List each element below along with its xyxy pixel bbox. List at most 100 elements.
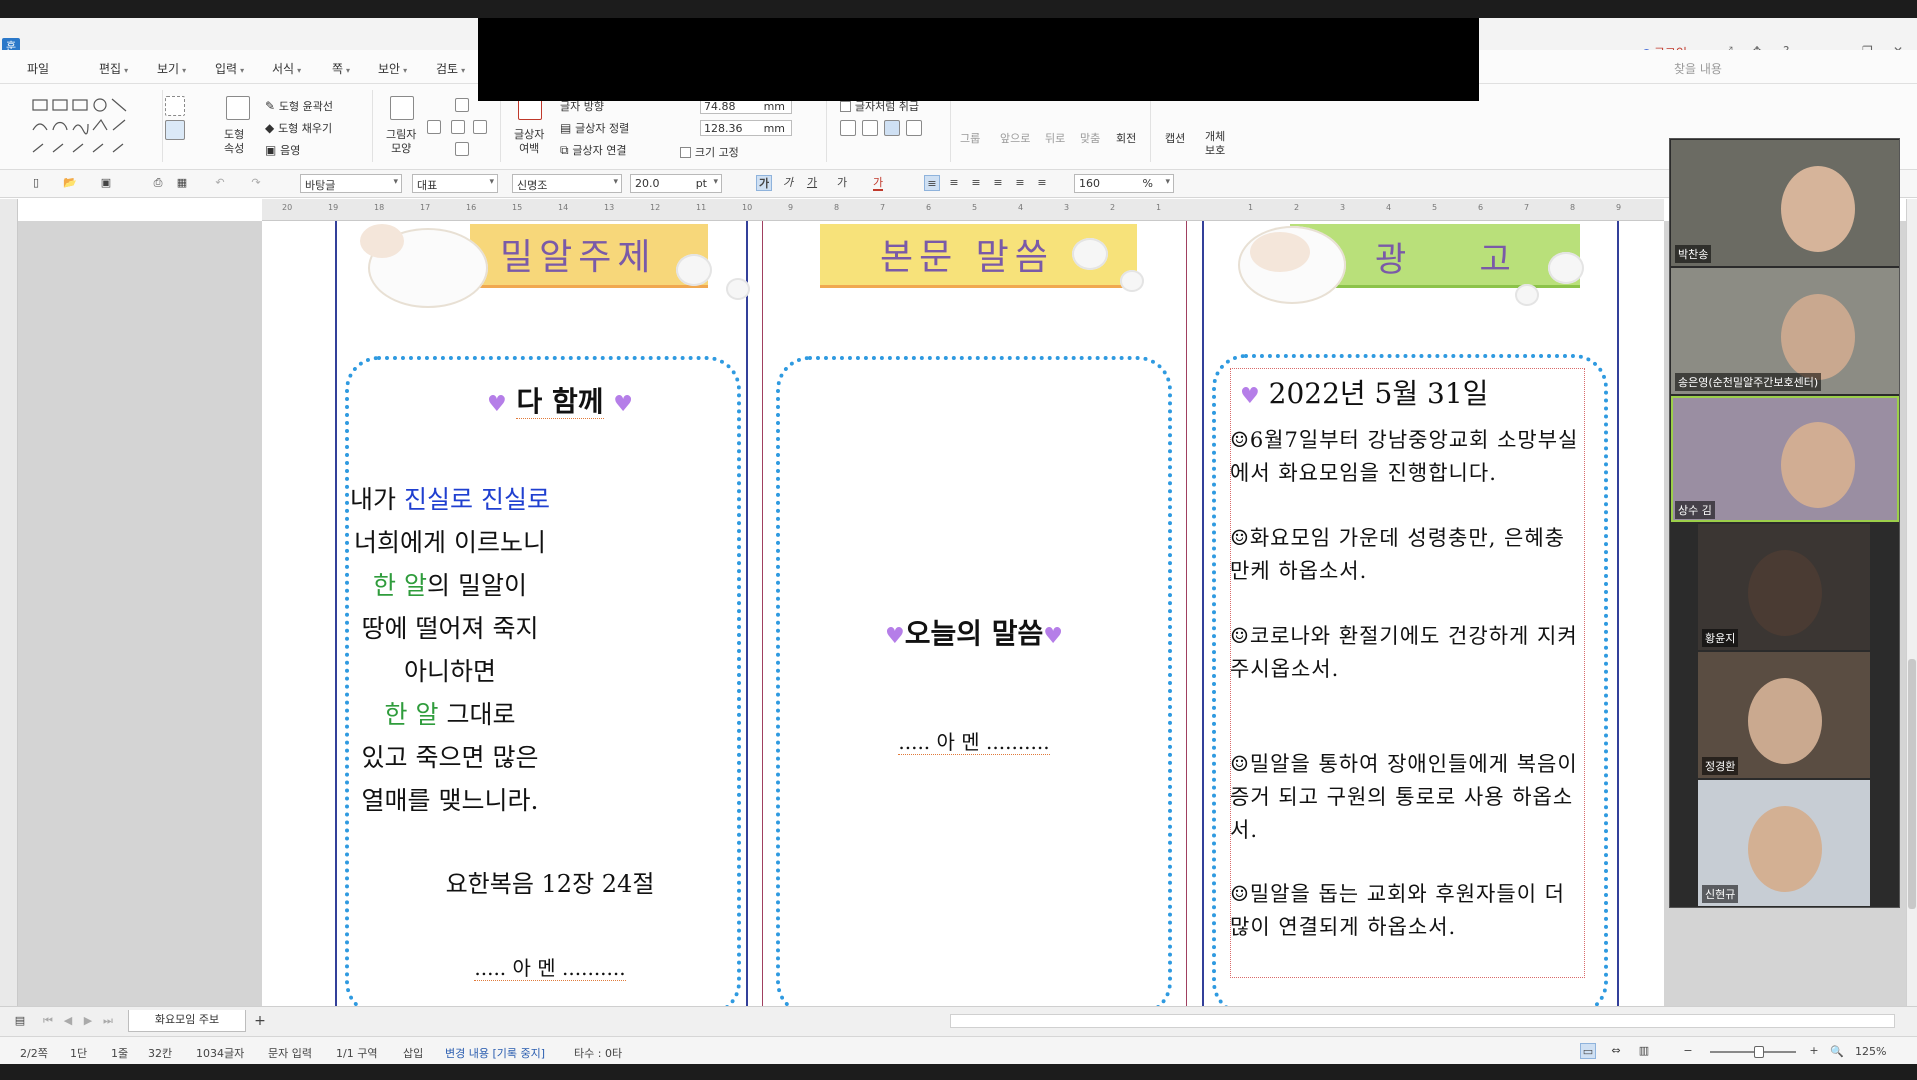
two-page-icon[interactable]: ▥ [1636,1043,1652,1059]
arrange-tools[interactable] [425,98,490,158]
menu-view[interactable]: 보기 ▾ [157,60,186,77]
ruler-tick: 1 [1156,203,1162,212]
shape-gallery[interactable] [30,96,155,162]
chevron-down-icon: ▾ [461,66,466,75]
distribute-icon[interactable]: ≡ [1012,175,1028,191]
rotate-button[interactable]: 회전 [1116,130,1136,146]
sheet-list-icon[interactable]: ▤ [12,1013,28,1029]
font-color-label: 가 [872,176,884,191]
treat-as-char-label: 글자처럼 취급 [854,100,920,113]
print-icon[interactable]: ⎙ [150,175,166,191]
menu-security[interactable]: 보안 ▾ [378,60,407,77]
vertical-scrollbar[interactable] [1906,199,1917,1009]
font-color-button[interactable]: 가 [870,175,886,191]
next-sheet-icon[interactable]: ▶ [80,1013,96,1029]
menu-page[interactable]: 쪽 ▾ [332,60,350,77]
status-track-changes[interactable]: 변경 내용 [기록 중지] [445,1045,545,1061]
font-select[interactable]: 신명조 [512,174,622,193]
zoom-out-icon[interactable]: − [1680,1043,1696,1059]
scrollbar-thumb[interactable] [1908,659,1916,909]
video-tile[interactable]: 신현규 [1698,780,1870,906]
status-insert-mode[interactable]: 삽입 [403,1045,423,1061]
align-left-icon[interactable]: ≡ [946,175,962,191]
horizontal-ruler[interactable]: 20 19 18 17 16 15 14 13 12 11 10 9 8 7 6 5 4 3 2 1 1 2 3 4 5 6 7 8 9 [262,199,1664,221]
menu-review[interactable]: 검토 ▾ [436,60,465,77]
menu-edit[interactable]: 편집 ▾ [99,60,128,77]
text-direction-label: 글자 방향 [560,100,604,113]
height-input[interactable]: 128.36 mm [700,120,792,136]
video-tile[interactable]: 박찬송 [1671,140,1899,266]
group-button[interactable]: 그룹 [960,130,980,146]
ruler-tick: 11 [696,203,707,212]
ruler-tick: 13 [604,203,615,212]
strike-button[interactable]: 가 [834,175,850,191]
italic-button[interactable]: 가 [780,175,796,191]
send-back-button[interactable]: 뒤로 [1045,130,1065,146]
status-typing-speed: 타수 : 0타 [574,1047,623,1060]
video-tile[interactable]: 송은영(순천밀알주간보호센터) [1671,268,1899,394]
vertical-ruler[interactable] [0,199,18,1009]
fix-size-checkbox[interactable]: 크기 고정 [680,144,800,160]
align-right-icon[interactable]: ≡ [990,175,1006,191]
font-size-select[interactable]: 20.0 pt [630,174,722,193]
menu-insert[interactable]: 입력 ▾ [215,60,244,77]
text-align-button[interactable]: ▤ 글상자 정렬 [560,120,670,136]
fill-button[interactable]: ◆ 도형 채우기 [265,120,375,136]
video-tile[interactable]: 황윤지 [1698,524,1870,650]
sheet-tab[interactable]: 화요모임 주보 [128,1010,246,1032]
open-folder-icon[interactable]: 📂 [62,175,78,191]
page-view-icon[interactable]: ▭ [1580,1043,1596,1059]
zoom-select[interactable]: 160 % [1074,174,1174,193]
zoom-slider-thumb[interactable] [1754,1046,1764,1058]
first-sheet-icon[interactable]: ⏮ [40,1013,56,1029]
poem-segment: 아니하면 [403,657,496,686]
zoom-slider[interactable] [1710,1046,1796,1058]
arrange-left-icon [427,120,441,134]
text-link-button[interactable]: ⧉ 글상자 연결 [560,142,670,158]
menu-file[interactable]: 파일 [27,60,49,77]
ruler-tick: 18 [374,203,385,212]
align-center-icon[interactable]: ≡ [968,175,984,191]
sheet-tab-bar: ▤ ⏮ ◀ ▶ ⏭ 화요모임 주보 + [0,1006,1917,1036]
middle-text-box[interactable] [776,356,1172,1016]
poem-line: 너희에게 이르노니 [290,521,610,564]
video-tile[interactable]: 정경환 [1698,652,1870,778]
outline-button[interactable]: ✎ 도형 윤곽선 [265,98,375,114]
underline-button[interactable]: 가 [804,175,820,191]
divide-icon[interactable]: ≡ [1034,175,1050,191]
picture-shape-button[interactable]: 그림자 모양 [382,96,422,162]
bring-front-button[interactable]: 앞으로 [1000,130,1030,146]
text-margin-button[interactable]: 글상자 여백 [510,96,550,162]
checkbox-icon [840,101,851,112]
find-box[interactable]: 찾을 내용 [1674,60,1722,77]
shape-properties-button[interactable]: 도형 속성 [218,96,258,162]
style-select[interactable]: 바탕글 [300,174,402,193]
bold-button[interactable]: 가 [756,175,772,191]
prev-sheet-icon[interactable]: ◀ [60,1013,76,1029]
protect-button[interactable]: 개체 보호 [1205,130,1225,158]
find-placeholder: 찾을 내용 [1674,62,1722,76]
menu-format[interactable]: 서식 ▾ [272,60,301,77]
status-zoom[interactable]: 125% [1855,1045,1886,1058]
save-icon[interactable]: ▣ [98,175,114,191]
align-button[interactable]: 맞춤 [1080,130,1100,146]
zoom-in-icon[interactable]: + [1806,1043,1822,1059]
redo-icon[interactable]: ↷ [248,175,264,191]
video-tile[interactable]: 상수 김 [1671,396,1899,522]
text-box-icon [165,120,185,140]
fit-width-icon[interactable]: ⇔ [1608,1043,1624,1059]
paragraph-select[interactable]: 대표 [412,174,498,193]
undo-icon[interactable]: ↶ [212,175,228,191]
wrap-buttons[interactable] [840,120,940,138]
last-sheet-icon[interactable]: ⏭ [100,1013,116,1029]
select-objects-button[interactable] [165,96,187,156]
new-doc-icon[interactable]: ▯ [28,175,44,191]
justify-icon[interactable]: ≡ [924,175,940,191]
zoom-magnifier-icon[interactable]: 🔍 [1830,1045,1844,1058]
add-sheet-button[interactable]: + [252,1013,268,1029]
preview-icon[interactable]: ▦ [174,175,190,191]
shadow-button[interactable]: ▣ 음영 [265,142,375,158]
horizontal-scrollbar[interactable] [950,1014,1895,1028]
cloud-icon [726,278,750,300]
caption-button[interactable]: 캡션 [1165,130,1185,146]
